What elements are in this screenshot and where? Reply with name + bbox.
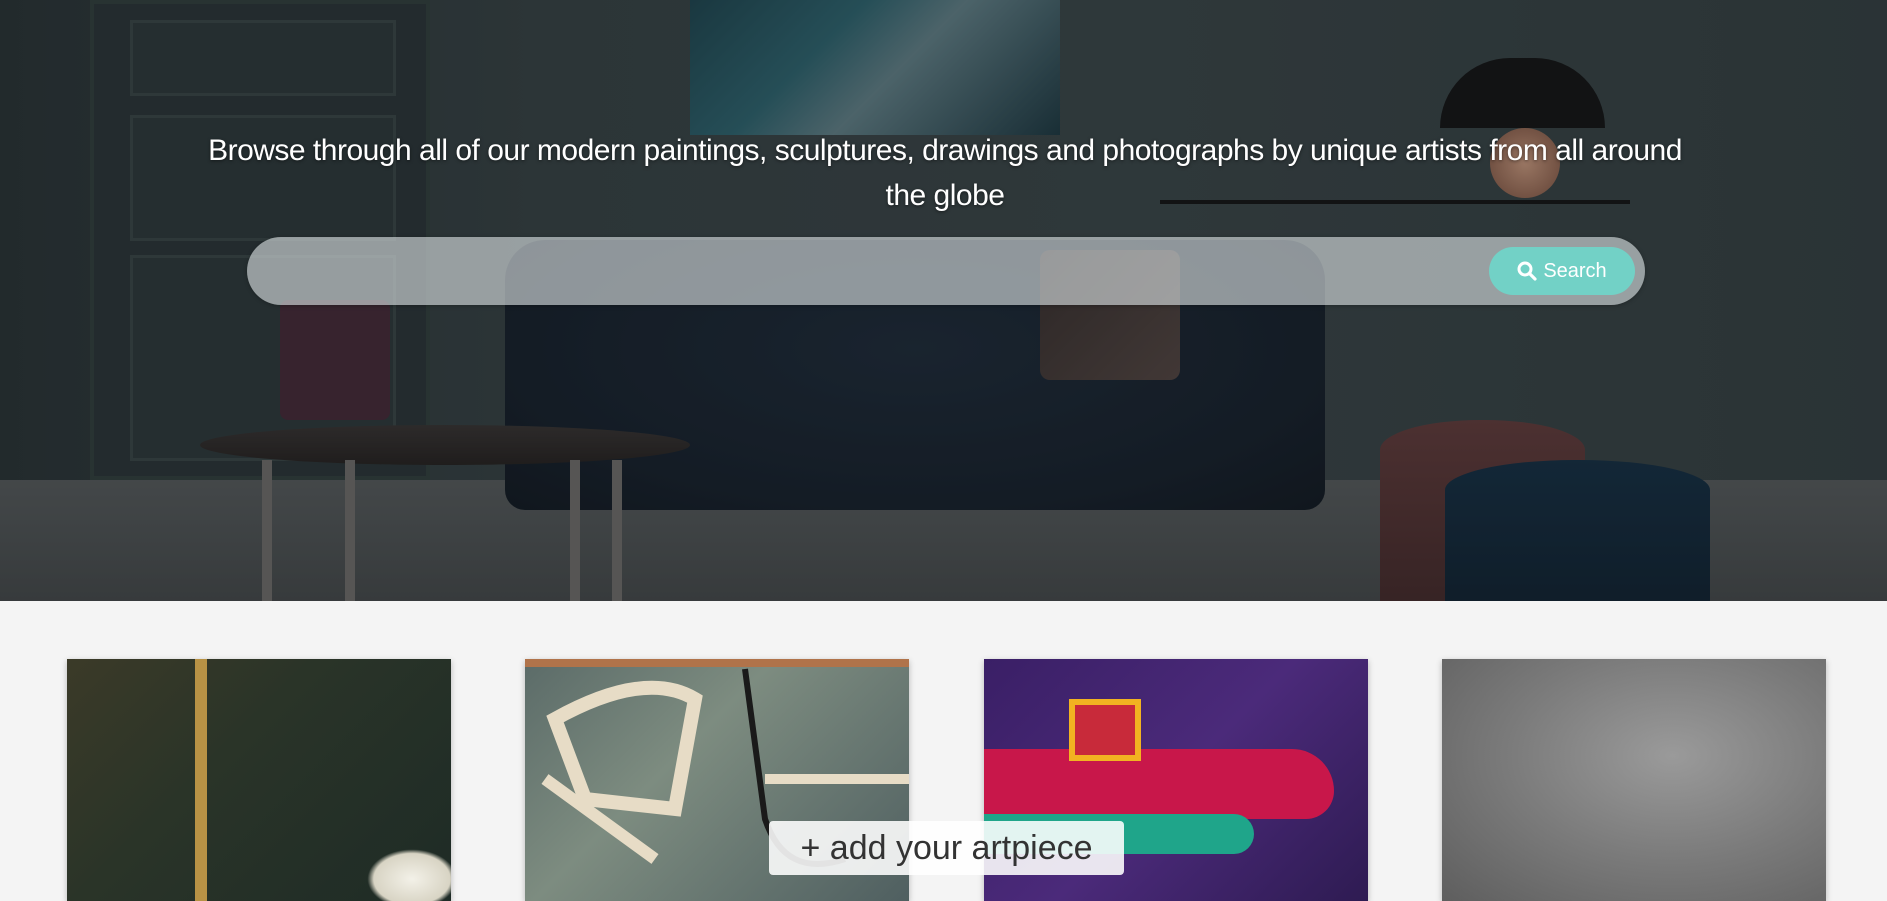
artwork-image bbox=[67, 659, 451, 901]
add-artpiece-button[interactable]: + add your artpiece bbox=[769, 821, 1124, 875]
artwork-card[interactable] bbox=[1442, 659, 1826, 901]
search-button[interactable]: Search bbox=[1489, 247, 1635, 295]
search-icon bbox=[1517, 261, 1537, 281]
search-button-label: Search bbox=[1543, 259, 1607, 282]
search-input[interactable] bbox=[271, 247, 1485, 297]
artwork-card[interactable] bbox=[67, 659, 451, 901]
artwork-image bbox=[1442, 659, 1826, 901]
search-bar: Search bbox=[247, 237, 1645, 305]
hero-title: Browse through all of our modern paintin… bbox=[208, 134, 1682, 212]
